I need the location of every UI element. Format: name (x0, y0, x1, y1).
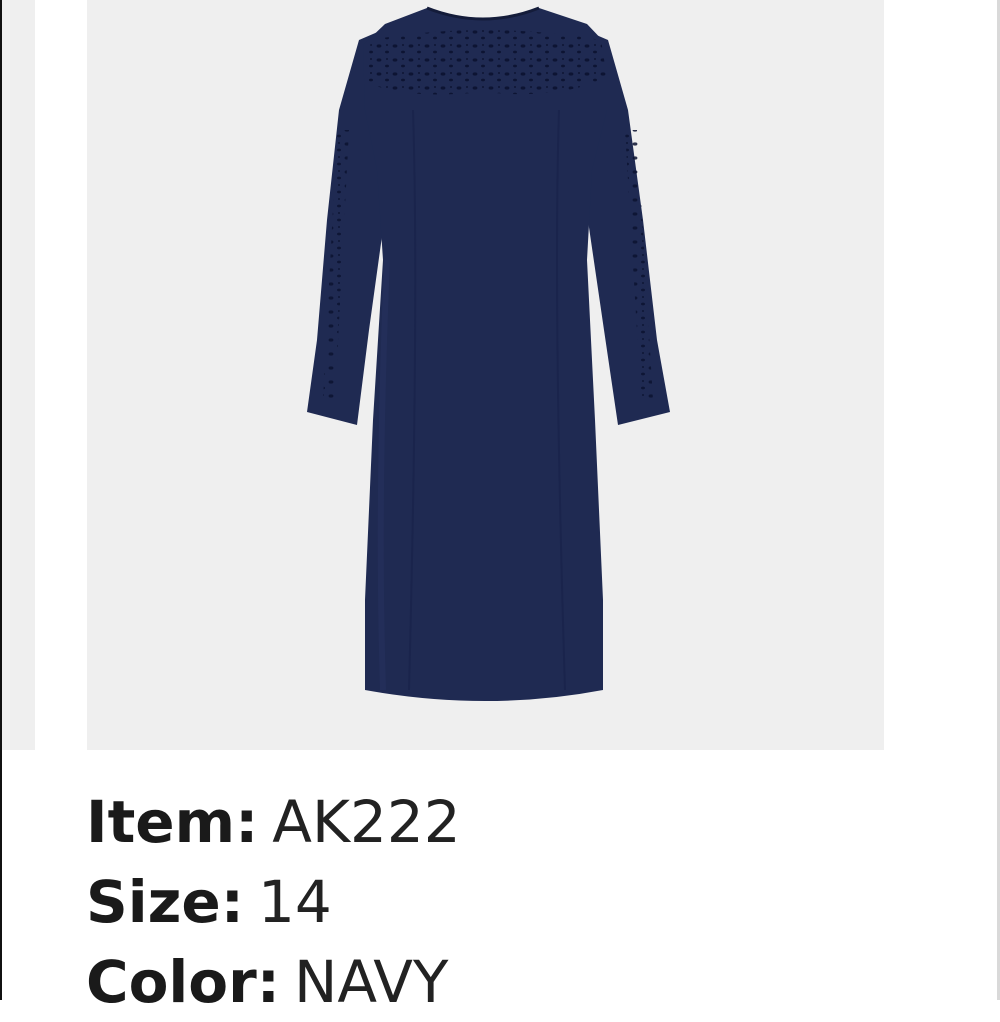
item-row: Item: AK222 (86, 782, 886, 862)
previous-image-edge[interactable] (2, 0, 35, 750)
size-value: 14 (257, 868, 332, 936)
product-details: Item: AK222 Size: 14 Color: NAVY (86, 782, 886, 1022)
item-label: Item: (86, 788, 259, 856)
color-value: NAVY (293, 948, 449, 1016)
color-row: Color: NAVY (86, 942, 886, 1022)
dress-illustration (307, 6, 670, 701)
product-image[interactable] (87, 0, 884, 750)
size-label: Size: (86, 868, 244, 936)
item-value: AK222 (272, 788, 461, 856)
size-row: Size: 14 (86, 862, 886, 942)
color-label: Color: (86, 948, 280, 1016)
